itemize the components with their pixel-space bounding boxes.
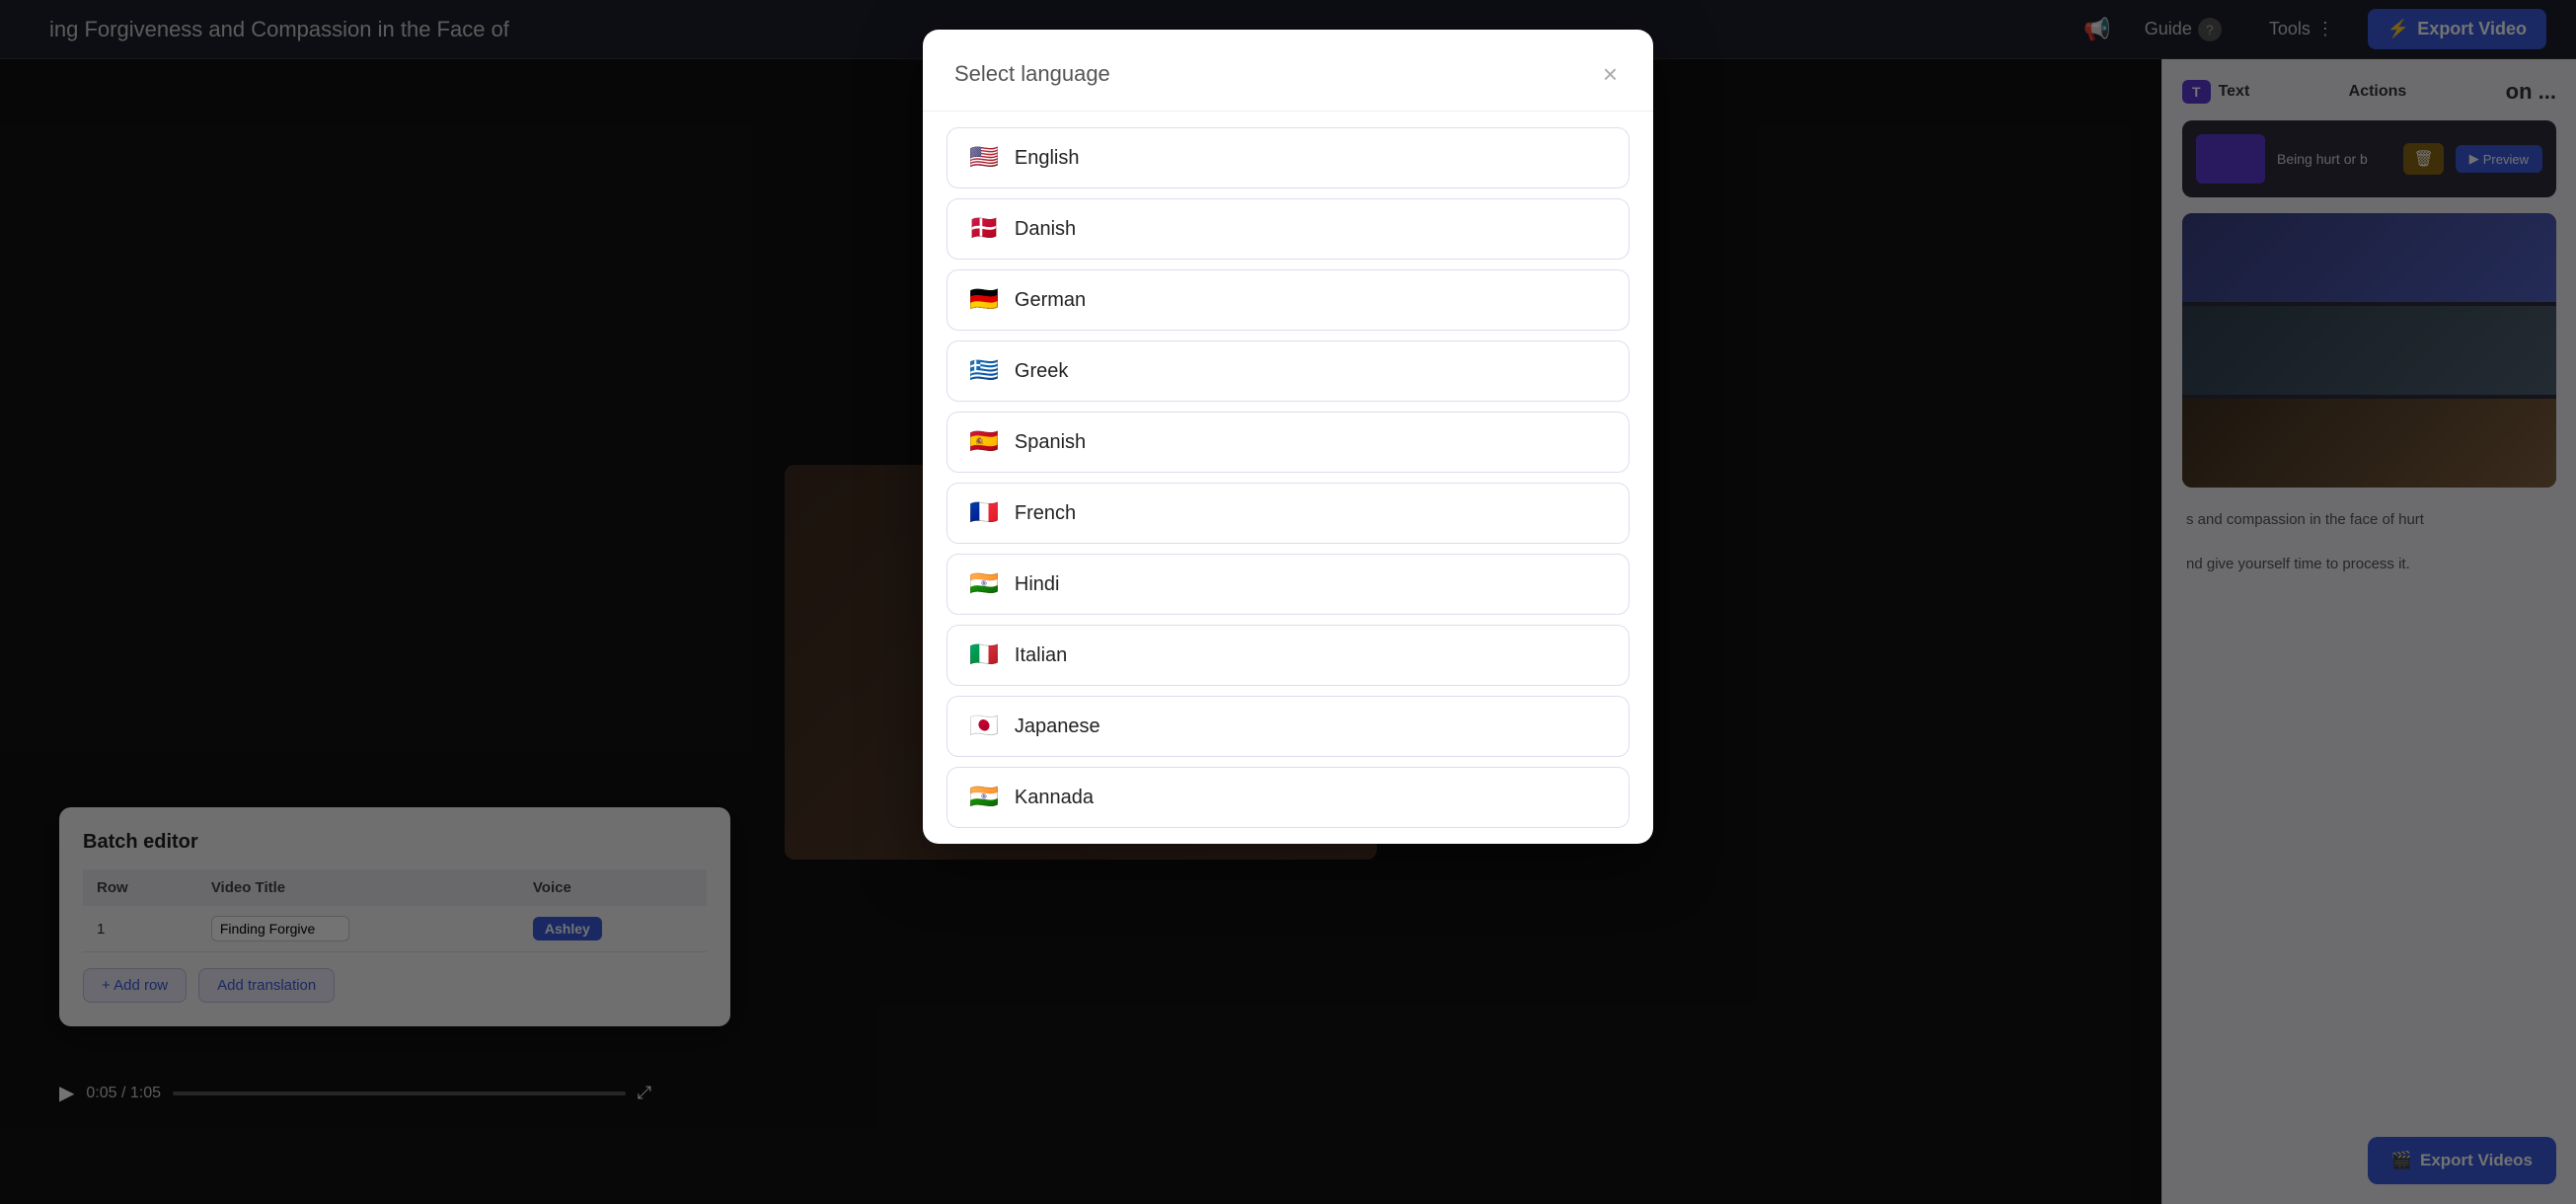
flag-icon: 🇮🇳 — [969, 572, 999, 596]
flag-icon: 🇬🇷 — [969, 359, 999, 383]
language-item[interactable]: 🇩🇪 German — [947, 269, 1629, 331]
language-name: Greek — [1015, 360, 1068, 383]
language-list: 🇺🇸 English 🇩🇰 Danish 🇩🇪 German 🇬🇷 Greek 🇪🇸 Spanis… — [923, 112, 1653, 844]
modal-overlay[interactable]: Select language × 🇺🇸 English 🇩🇰 Danish 🇩🇪 Ger… — [0, 0, 2576, 1204]
flag-icon: 🇮🇹 — [969, 643, 999, 667]
language-modal: Select language × 🇺🇸 English 🇩🇰 Danish 🇩🇪 Ger… — [923, 30, 1653, 844]
language-name: English — [1015, 147, 1080, 170]
language-item[interactable]: 🇬🇷 Greek — [947, 340, 1629, 402]
flag-icon: 🇪🇸 — [969, 430, 999, 454]
flag-icon: 🇯🇵 — [969, 715, 999, 738]
language-item[interactable]: 🇺🇸 English — [947, 127, 1629, 188]
flag-icon: 🇩🇪 — [969, 288, 999, 312]
flag-icon: 🇮🇳 — [969, 786, 999, 809]
language-name: French — [1015, 502, 1076, 525]
language-item[interactable]: 🇯🇵 Japanese — [947, 696, 1629, 757]
language-name: Japanese — [1015, 715, 1100, 738]
language-item[interactable]: 🇫🇷 French — [947, 483, 1629, 544]
language-name: Spanish — [1015, 431, 1086, 454]
flag-icon: 🇫🇷 — [969, 501, 999, 525]
language-name: Kannada — [1015, 787, 1094, 809]
language-item[interactable]: 🇮🇳 Hindi — [947, 554, 1629, 615]
modal-header: Select language × — [923, 30, 1653, 112]
language-item[interactable]: 🇩🇰 Danish — [947, 198, 1629, 260]
flag-icon: 🇩🇰 — [969, 217, 999, 241]
language-item[interactable]: 🇪🇸 Spanish — [947, 412, 1629, 473]
modal-title: Select language — [954, 61, 1110, 87]
language-item[interactable]: 🇮🇳 Kannada — [947, 767, 1629, 828]
flag-icon: 🇺🇸 — [969, 146, 999, 170]
language-name: German — [1015, 289, 1086, 312]
language-item[interactable]: 🇮🇹 Italian — [947, 625, 1629, 686]
modal-close-button[interactable]: × — [1599, 57, 1622, 91]
language-name: Danish — [1015, 218, 1076, 241]
language-name: Hindi — [1015, 573, 1060, 596]
language-name: Italian — [1015, 644, 1067, 667]
